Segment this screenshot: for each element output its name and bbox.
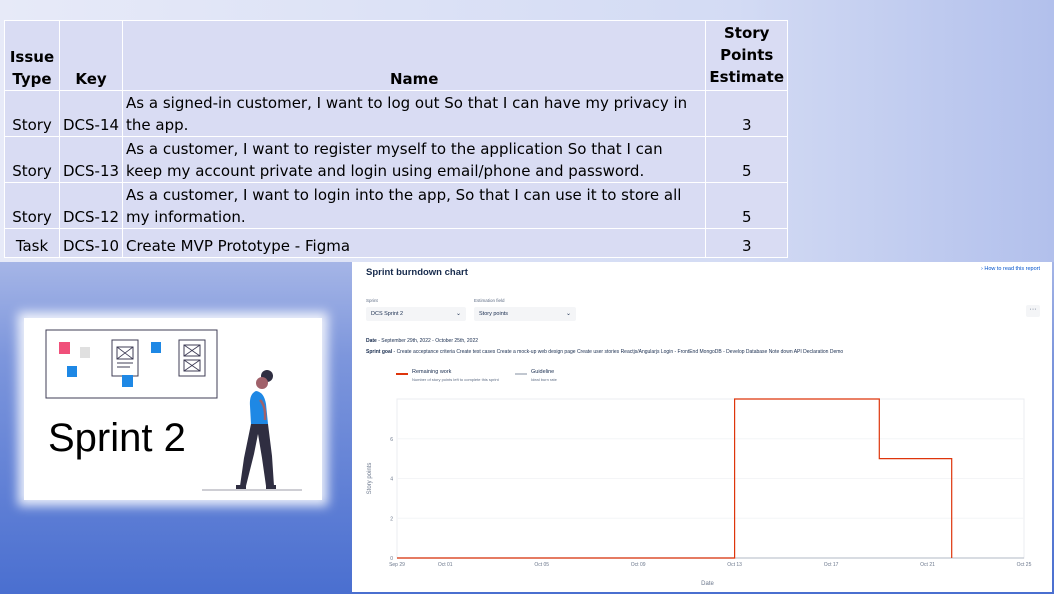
x-tick-label: Oct 01: [438, 562, 453, 568]
row-type: Story: [4, 136, 60, 183]
table-row: Story DCS-13 As a customer, I want to re…: [4, 136, 788, 183]
row-points: 3: [705, 90, 788, 137]
header-issue-type: Issue Type: [4, 20, 60, 91]
header-key: Key: [58, 20, 124, 91]
story-table: Issue Type Key Name Story Points Estimat…: [4, 20, 788, 258]
x-axis-label: Date: [701, 581, 714, 587]
x-tick-label: Oct 21: [920, 562, 935, 568]
x-tick-label: Oct 13: [727, 562, 742, 568]
row-type: Story: [4, 90, 60, 137]
row-type: Story: [4, 182, 60, 229]
row-key: DCS-12: [58, 182, 124, 229]
row-key: DCS-10: [58, 228, 124, 258]
row-key: DCS-14: [58, 90, 124, 137]
burndown-panel: Sprint burndown chart › How to read this…: [352, 262, 1052, 592]
sprint-illustration-card: Sprint 2: [24, 318, 322, 500]
row-points: 5: [705, 182, 788, 229]
table-row: Story DCS-14 As a signed-in customer, I …: [4, 90, 788, 137]
row-name: As a customer, I want to login into the …: [122, 182, 707, 229]
table-row: Task DCS-10 Create MVP Prototype - Figma…: [4, 228, 788, 258]
x-tick-label: Sep 29: [389, 562, 405, 568]
y-tick-label: 4: [390, 477, 393, 483]
table-row: Story DCS-12 As a customer, I want to lo…: [4, 182, 788, 229]
x-tick-label: Oct 05: [534, 562, 549, 568]
row-type: Task: [4, 228, 60, 258]
y-tick-label: 6: [390, 437, 393, 443]
x-tick-label: Oct 17: [824, 562, 839, 568]
x-tick-label: Oct 09: [631, 562, 646, 568]
y-axis-label: Story points: [367, 463, 373, 495]
x-tick-label: Oct 25: [1017, 562, 1032, 568]
header-story-points: Story Points Estimate: [705, 20, 788, 91]
sprint-caption: Sprint 2: [48, 416, 186, 460]
row-key: DCS-13: [58, 136, 124, 183]
row-name: As a signed-in customer, I want to log o…: [122, 90, 707, 137]
row-points: 3: [705, 228, 788, 258]
y-tick-label: 2: [390, 516, 393, 522]
row-name: Create MVP Prototype - Figma: [122, 228, 707, 258]
row-name: As a customer, I want to register myself…: [122, 136, 707, 183]
row-points: 5: [705, 136, 788, 183]
table-header-row: Issue Type Key Name Story Points Estimat…: [4, 20, 788, 91]
header-name: Name: [122, 20, 707, 91]
burndown-chart: 0246Sep 29 Oct 01 Oct 05 Oct 09 Oct 13 Oct 17…: [367, 398, 1032, 587]
